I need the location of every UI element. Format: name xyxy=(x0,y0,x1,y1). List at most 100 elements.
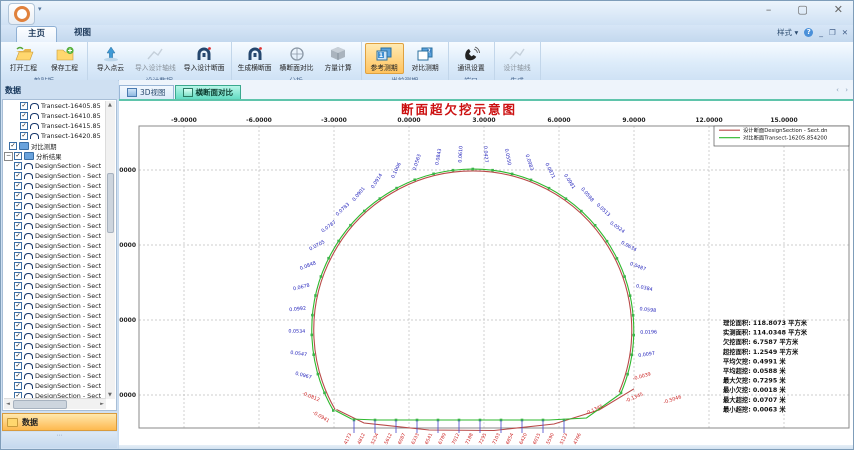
ribbon-button-open-project[interactable]: 打开工程 xyxy=(4,43,43,74)
checkbox-checked[interactable]: ✓ xyxy=(20,102,28,110)
checkbox-checked[interactable]: ✓ xyxy=(20,132,28,140)
checkbox-checked[interactable]: ✓ xyxy=(9,142,17,150)
tree-item[interactable]: ✓ DesignSection - Sect xyxy=(4,321,106,331)
checkbox-checked[interactable]: ✓ xyxy=(14,312,22,320)
tree-collapse-icon[interactable]: − xyxy=(4,152,13,161)
ribbon-button-comm-settings[interactable]: 通讯设置 xyxy=(452,43,491,74)
tree-item[interactable]: ✓DesignSection - Sect xyxy=(4,231,106,241)
tree-item[interactable]: ✓DesignSection - Sect xyxy=(4,301,106,311)
tree-horizontal-scrollbar[interactable]: ◄ ► xyxy=(4,398,106,409)
checkbox-checked[interactable]: ✓ xyxy=(14,282,22,290)
tree-item[interactable]: ✓DesignSection - Sect xyxy=(4,341,106,351)
ribbon-button-import-section[interactable]: 导入设计断面 xyxy=(181,43,228,74)
checkbox-checked[interactable]: ✓ xyxy=(20,112,28,120)
tree-item[interactable]: ✓DesignSection - Sect xyxy=(4,201,106,211)
tree-item[interactable]: ✓DesignSection - Sect xyxy=(4,221,106,231)
tree-item[interactable]: ✓DesignSection - Sect xyxy=(4,331,106,341)
checkbox-checked[interactable]: ✓ xyxy=(14,262,22,270)
checkbox-checked[interactable]: ✓ xyxy=(20,122,28,130)
ribbon-button-save-project[interactable]: 保存工程 xyxy=(45,43,84,74)
checkbox-checked[interactable]: ✓ xyxy=(14,292,22,300)
tree-item[interactable]: ✓DesignSection - Sect xyxy=(4,281,106,291)
checkbox-checked[interactable]: ✓ xyxy=(14,222,22,230)
checkbox-checked[interactable]: ✓ xyxy=(14,232,22,240)
checkbox-checked[interactable]: ✓ xyxy=(14,182,22,190)
tree-item[interactable]: ✓DesignSection - Sect xyxy=(4,271,106,281)
ribbon-button-reference-period[interactable]: 1参考测期 xyxy=(365,43,404,74)
tree-item[interactable]: ✓DesignSection - Sect xyxy=(4,381,106,391)
tab-scroll-icons[interactable]: ‹ › xyxy=(836,86,850,94)
ribbon-close-button[interactable]: ✕ xyxy=(842,28,848,37)
ribbon-button-label: 横断面对比 xyxy=(280,62,314,72)
quick-access-dropdown-icon[interactable]: ▾ xyxy=(38,5,42,13)
tree-item[interactable]: ✓DesignSection - Sect xyxy=(4,351,106,361)
tree-item[interactable]: ✓Transect-16415.85 xyxy=(4,121,106,131)
ribbon-tab-view[interactable]: 视图 xyxy=(63,26,102,42)
ribbon-restore-button[interactable]: ❐ xyxy=(829,28,836,37)
tree-item[interactable]: −✓分析结果 xyxy=(4,151,106,161)
tree-item[interactable]: ✓DesignSection - Sect xyxy=(4,371,106,381)
style-button[interactable]: 样式 ▾ xyxy=(777,27,798,38)
checkbox-checked[interactable]: ✓ xyxy=(14,152,22,160)
sidebar-data-panel-button[interactable]: 数据 xyxy=(2,413,117,431)
vertical-scroll-thumb[interactable] xyxy=(107,173,114,233)
ribbon-minimize-button[interactable]: _ xyxy=(819,28,823,37)
tree-item[interactable]: ✓DesignSection - Sect xyxy=(4,171,106,181)
checkbox-checked[interactable]: ✓ xyxy=(14,382,22,390)
doc-tab-inactive[interactable]: 3D视图 xyxy=(119,85,174,99)
checkbox-checked[interactable]: ✓ xyxy=(14,272,22,280)
tree-item[interactable]: ✓DesignSection - Sect xyxy=(4,251,106,261)
ribbon-button-section-compare[interactable]: 横断面对比 xyxy=(277,43,317,74)
checkbox-checked[interactable]: ✓ xyxy=(14,302,22,310)
tree-item[interactable]: ✓Transect-16410.85 xyxy=(4,111,106,121)
tree-item[interactable]: ✓DesignSection - Sect xyxy=(4,211,106,221)
tree-item[interactable]: ✓Transect-16420.85 xyxy=(4,131,106,141)
tree-item[interactable]: ✓DesignSection - Sect xyxy=(4,181,106,191)
checkbox-checked[interactable]: ✓ xyxy=(14,172,22,180)
help-icon[interactable]: ? xyxy=(804,28,813,37)
tree-item-label: DesignSection - Sect xyxy=(35,162,101,170)
checkbox-checked[interactable]: ✓ xyxy=(14,342,22,350)
tree-item[interactable]: ✓DesignSection - Sect xyxy=(4,291,106,301)
minimize-button[interactable]: – xyxy=(766,3,772,16)
ribbon-button-compare-period[interactable]: 2对比测期 xyxy=(406,43,445,74)
ribbon-tab-home[interactable]: 主页 xyxy=(16,26,57,43)
checkbox-checked[interactable]: ✓ xyxy=(14,362,22,370)
tree-vertical-scrollbar[interactable]: ▲ ▼ xyxy=(105,101,115,399)
checkbox-checked[interactable]: ✓ xyxy=(14,322,22,330)
tree-item[interactable]: ✓Transect-16405.85 xyxy=(4,101,106,111)
maximize-button[interactable]: ▢ xyxy=(797,3,807,16)
checkbox-checked[interactable]: ✓ xyxy=(14,332,22,340)
checkbox-checked[interactable]: ✓ xyxy=(14,352,22,360)
checkbox-checked[interactable]: ✓ xyxy=(14,242,22,250)
checkbox-checked[interactable]: ✓ xyxy=(14,192,22,200)
tree-item[interactable]: ✓DesignSection - Sect xyxy=(4,241,106,251)
tree-item[interactable]: ✓DesignSection - Sect xyxy=(4,261,106,271)
deviation-label: 0.0427 xyxy=(482,146,489,163)
tree-item-label: DesignSection - Sect xyxy=(35,322,101,330)
checkbox-checked[interactable]: ✓ xyxy=(14,212,22,220)
scroll-down-icon[interactable]: ▼ xyxy=(108,392,112,398)
ribbon-button-import-pointcloud[interactable]: 导入点云 xyxy=(91,43,130,74)
scroll-right-icon[interactable]: ► xyxy=(100,401,104,407)
horizontal-scroll-thumb[interactable] xyxy=(13,400,67,409)
tree-item[interactable]: ✓DesignSection - Sect xyxy=(4,311,106,321)
scroll-left-icon[interactable]: ◄ xyxy=(6,401,10,407)
checkbox-checked[interactable]: ✓ xyxy=(14,162,22,170)
checkbox-checked[interactable]: ✓ xyxy=(14,252,22,260)
checkbox-checked[interactable]: ✓ xyxy=(14,372,22,380)
scroll-up-icon[interactable]: ▲ xyxy=(108,102,112,108)
tree-item[interactable]: ✓ DesignSection - Sect xyxy=(4,161,106,171)
close-button[interactable]: ✕ xyxy=(834,3,843,16)
tree-item[interactable]: ✓DesignSection - Sect xyxy=(4,361,106,371)
deviation-label: -0.5046 xyxy=(663,394,682,405)
ribbon-button-generate-section[interactable]: 生成横断面 xyxy=(235,43,275,74)
doc-tab-active[interactable]: 横断面对比 xyxy=(175,85,242,99)
checkbox-checked[interactable]: ✓ xyxy=(14,202,22,210)
sidebar-splitter[interactable]: ⋯ xyxy=(2,432,117,448)
ribbon-button-volume-calc[interactable]: 方量计算 xyxy=(319,43,358,74)
stat-line: 最大欠挖: 0.7295 米 xyxy=(723,376,786,385)
app-logo-button[interactable] xyxy=(8,3,35,25)
tree-item[interactable]: ✓对比测期 xyxy=(4,141,106,151)
tree-item[interactable]: ✓DesignSection - Sect xyxy=(4,191,106,201)
